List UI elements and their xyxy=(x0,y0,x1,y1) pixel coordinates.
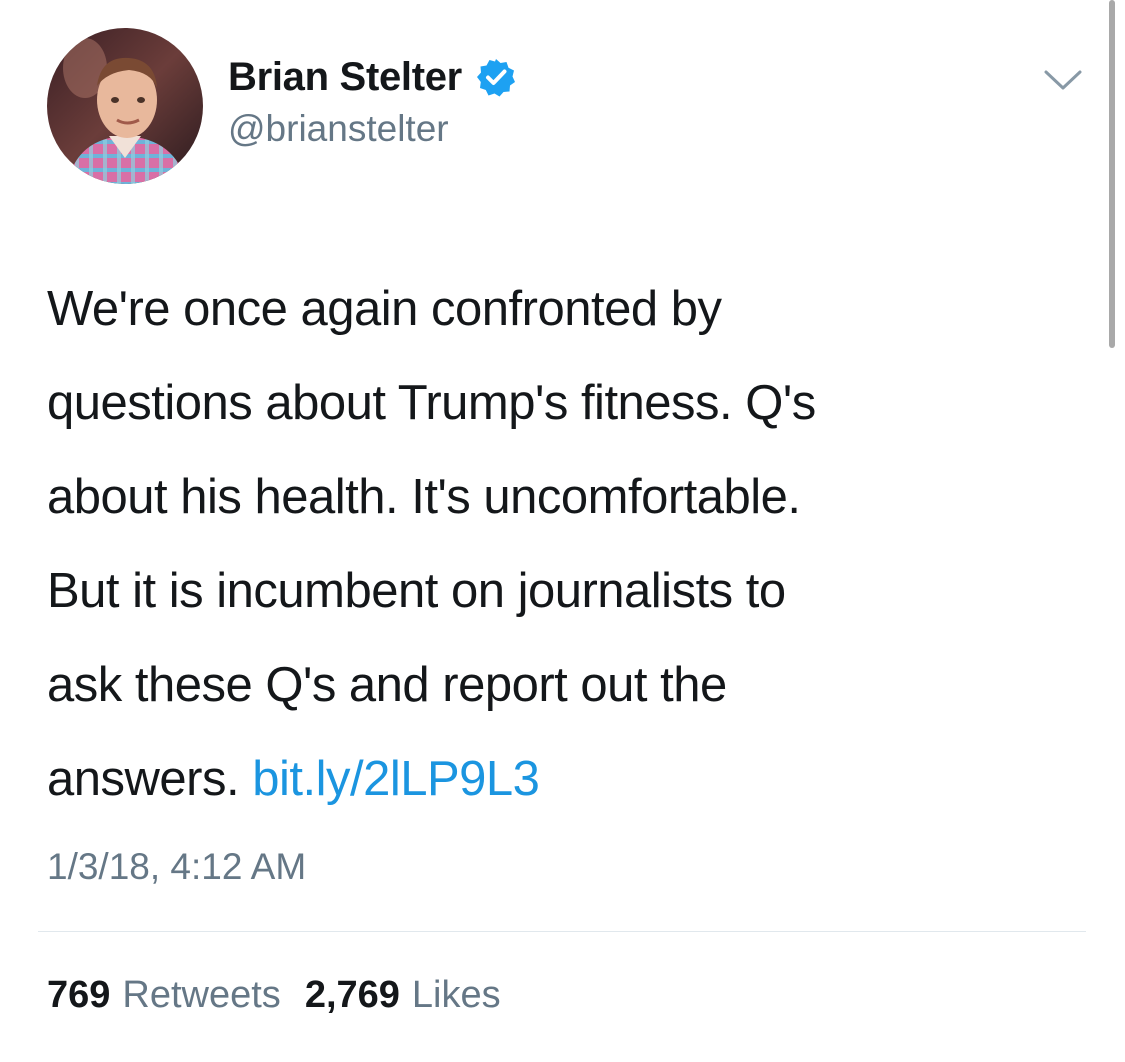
retweets-count: 769 xyxy=(47,974,111,1016)
likes-stat[interactable]: 2,769 Likes xyxy=(305,974,501,1017)
scrollbar[interactable] xyxy=(1109,0,1115,348)
verified-badge-icon xyxy=(476,59,515,97)
tweet-line: We're once again confronted by xyxy=(47,282,722,336)
tweet-timestamp[interactable]: 1/3/18, 4:12 AM xyxy=(47,846,306,888)
tweet-text: We're once again confronted by questions… xyxy=(47,262,1067,826)
likes-count: 2,769 xyxy=(304,974,400,1016)
avatar[interactable] xyxy=(47,28,203,184)
retweets-label: Retweets xyxy=(122,974,281,1016)
chevron-down-icon[interactable] xyxy=(1042,66,1084,96)
tweet-line-text: answers. xyxy=(47,752,240,806)
divider xyxy=(38,931,1086,932)
tweet-line-last: answers. bit.ly/2lLP9L3 xyxy=(47,732,1067,826)
author-name-row[interactable]: Brian Stelter xyxy=(228,52,516,102)
retweets-stat[interactable]: 769 Retweets xyxy=(47,974,281,1017)
tweet-stats: 769 Retweets 2,769 Likes xyxy=(47,974,501,1017)
tweet-line: ask these Q's and report out the xyxy=(47,658,727,712)
likes-label: Likes xyxy=(411,974,501,1016)
tweet-line: questions about Trump's fitness. Q's xyxy=(47,376,816,430)
display-name[interactable]: Brian Stelter xyxy=(228,55,462,100)
tweet-line: about his health. It's uncomfortable. xyxy=(47,470,801,524)
tweet-link[interactable]: bit.ly/2lLP9L3 xyxy=(252,752,540,806)
avatar-photo xyxy=(47,28,203,184)
author-handle[interactable]: @brianstelter xyxy=(228,108,449,150)
tweet-line: But it is incumbent on journalists to xyxy=(47,564,786,618)
